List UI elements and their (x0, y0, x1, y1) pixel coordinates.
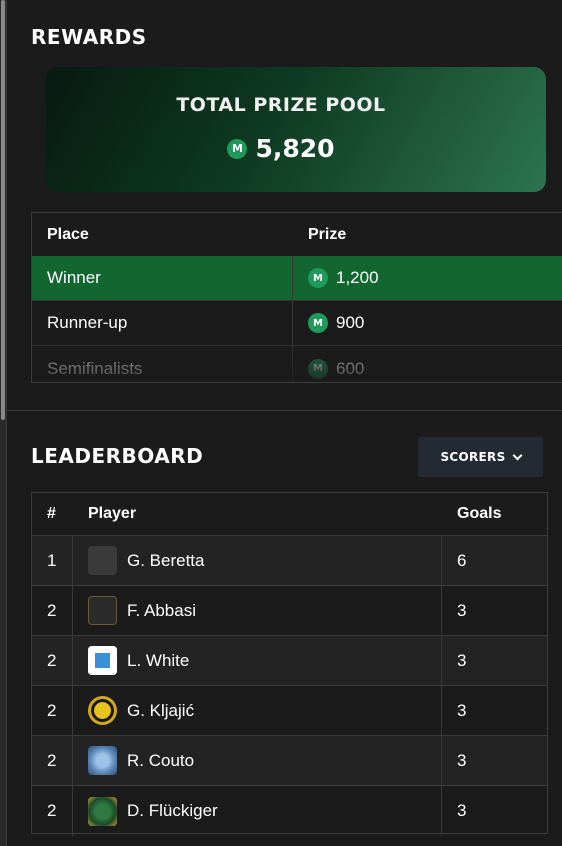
player-cell: D. Flückiger (88, 786, 218, 836)
prize-row-runner-up: Runner-up M 900 (32, 301, 562, 346)
player-cell: G. Kljajić (88, 686, 194, 735)
player-goals: 3 (457, 650, 467, 670)
column-divider (72, 586, 73, 635)
prize-table: Place Prize Winner M 1,200 Runner-up M 9… (31, 212, 562, 383)
player-name: G. Kljajić (127, 700, 195, 720)
prize-pool-label: TOTAL PRIZE POOL (176, 94, 386, 116)
column-divider (292, 301, 293, 345)
prize-row-value: 900 (336, 313, 365, 332)
prize-row-place: Runner-up (47, 313, 128, 332)
header-place: Place (47, 226, 89, 243)
scrollbar-thumb[interactable] (1, 0, 5, 420)
prize-row-value: 1,200 (336, 268, 379, 287)
player-name: D. Flückiger (127, 801, 218, 820)
player-rank: 1 (47, 550, 57, 570)
player-cell: F. Abbasi (88, 586, 196, 635)
prize-pool-value: 5,820 (255, 134, 335, 163)
player-rank: 2 (47, 700, 57, 720)
section-divider (7, 410, 562, 411)
coin-icon: M (227, 138, 248, 159)
column-divider (72, 686, 73, 735)
prize-row-place: Semifinalists (47, 358, 143, 378)
header-player: Player (88, 505, 137, 522)
prize-row-prize: M 600 (308, 346, 365, 382)
player-cell: G. Beretta (88, 536, 204, 585)
column-divider (441, 786, 442, 836)
team-badge-icon (88, 696, 117, 725)
header-prize: Prize (308, 226, 347, 243)
column-divider (441, 736, 442, 785)
scorers-filter-label: SCORERS (440, 450, 506, 464)
coin-icon: M (308, 313, 328, 333)
column-divider (72, 636, 73, 685)
prize-pool-card (46, 67, 546, 192)
prize-row-semifinalists: Semifinalists M 600 (32, 346, 562, 382)
player-rank: 2 (47, 750, 57, 770)
player-name: R. Couto (127, 750, 195, 770)
column-divider (441, 636, 442, 685)
player-rank: 2 (47, 600, 57, 620)
table-row[interactable]: 1 G. Beretta 6 (32, 536, 547, 586)
player-cell: R. Couto (88, 736, 194, 785)
player-goals: 3 (457, 600, 467, 620)
leaderboard-title: LEADERBOARD (31, 444, 204, 468)
coin-icon: M (308, 358, 328, 379)
rewards-leaderboard-panel: REWARDS TOTAL PRIZE POOL M 5,820 Place P… (0, 0, 562, 846)
prize-pool-amount: M 5,820 (0, 134, 562, 163)
header-rank: # (47, 505, 56, 522)
team-badge-icon (88, 546, 117, 575)
column-divider (72, 786, 73, 836)
prize-table-header: Place Prize (32, 213, 562, 258)
player-cell: L. White (88, 636, 189, 685)
header-goals: Goals (457, 505, 502, 522)
player-name: F. Abbasi (127, 600, 196, 620)
player-goals: 3 (457, 750, 467, 770)
player-goals: 3 (457, 700, 467, 720)
player-goals: 3 (457, 801, 467, 820)
column-divider (292, 346, 293, 382)
leaderboard-table: # Player Goals 1 G. Beretta 6 2 F. Abbas… (31, 492, 548, 836)
table-row[interactable]: 2 R. Couto 3 (32, 736, 547, 786)
scrollbar-track[interactable] (0, 0, 7, 846)
team-badge-icon (88, 596, 117, 625)
column-divider (441, 686, 442, 735)
prize-row-value: 600 (336, 358, 365, 378)
table-row[interactable]: 2 L. White 3 (32, 636, 547, 686)
rewards-title: REWARDS (31, 25, 147, 49)
team-badge-icon (88, 646, 117, 675)
column-divider (292, 256, 293, 300)
team-badge-icon (88, 746, 117, 775)
player-rank: 2 (47, 650, 57, 670)
coin-icon: M (308, 268, 328, 288)
column-divider (72, 736, 73, 785)
scorers-filter-dropdown[interactable]: SCORERS (418, 437, 543, 477)
player-name: L. White (127, 650, 190, 670)
player-rank: 2 (47, 801, 57, 820)
player-name: G. Beretta (127, 550, 205, 570)
table-row[interactable]: 2 D. Flückiger 3 (32, 786, 547, 836)
column-divider (441, 536, 442, 585)
prize-row-prize: M 900 (308, 301, 364, 345)
team-badge-icon (88, 796, 117, 826)
column-divider (72, 536, 73, 585)
prize-row-winner: Winner M 1,200 (32, 256, 562, 301)
player-goals: 6 (457, 550, 467, 570)
table-row[interactable]: 2 F. Abbasi 3 (32, 586, 547, 636)
leaderboard-header: # Player Goals (32, 493, 547, 536)
prize-row-place: Winner (47, 268, 101, 287)
chevron-down-icon (512, 450, 522, 460)
table-row[interactable]: 2 G. Kljajić 3 (32, 686, 547, 736)
column-divider (441, 586, 442, 635)
prize-row-prize: M 1,200 (308, 256, 379, 300)
